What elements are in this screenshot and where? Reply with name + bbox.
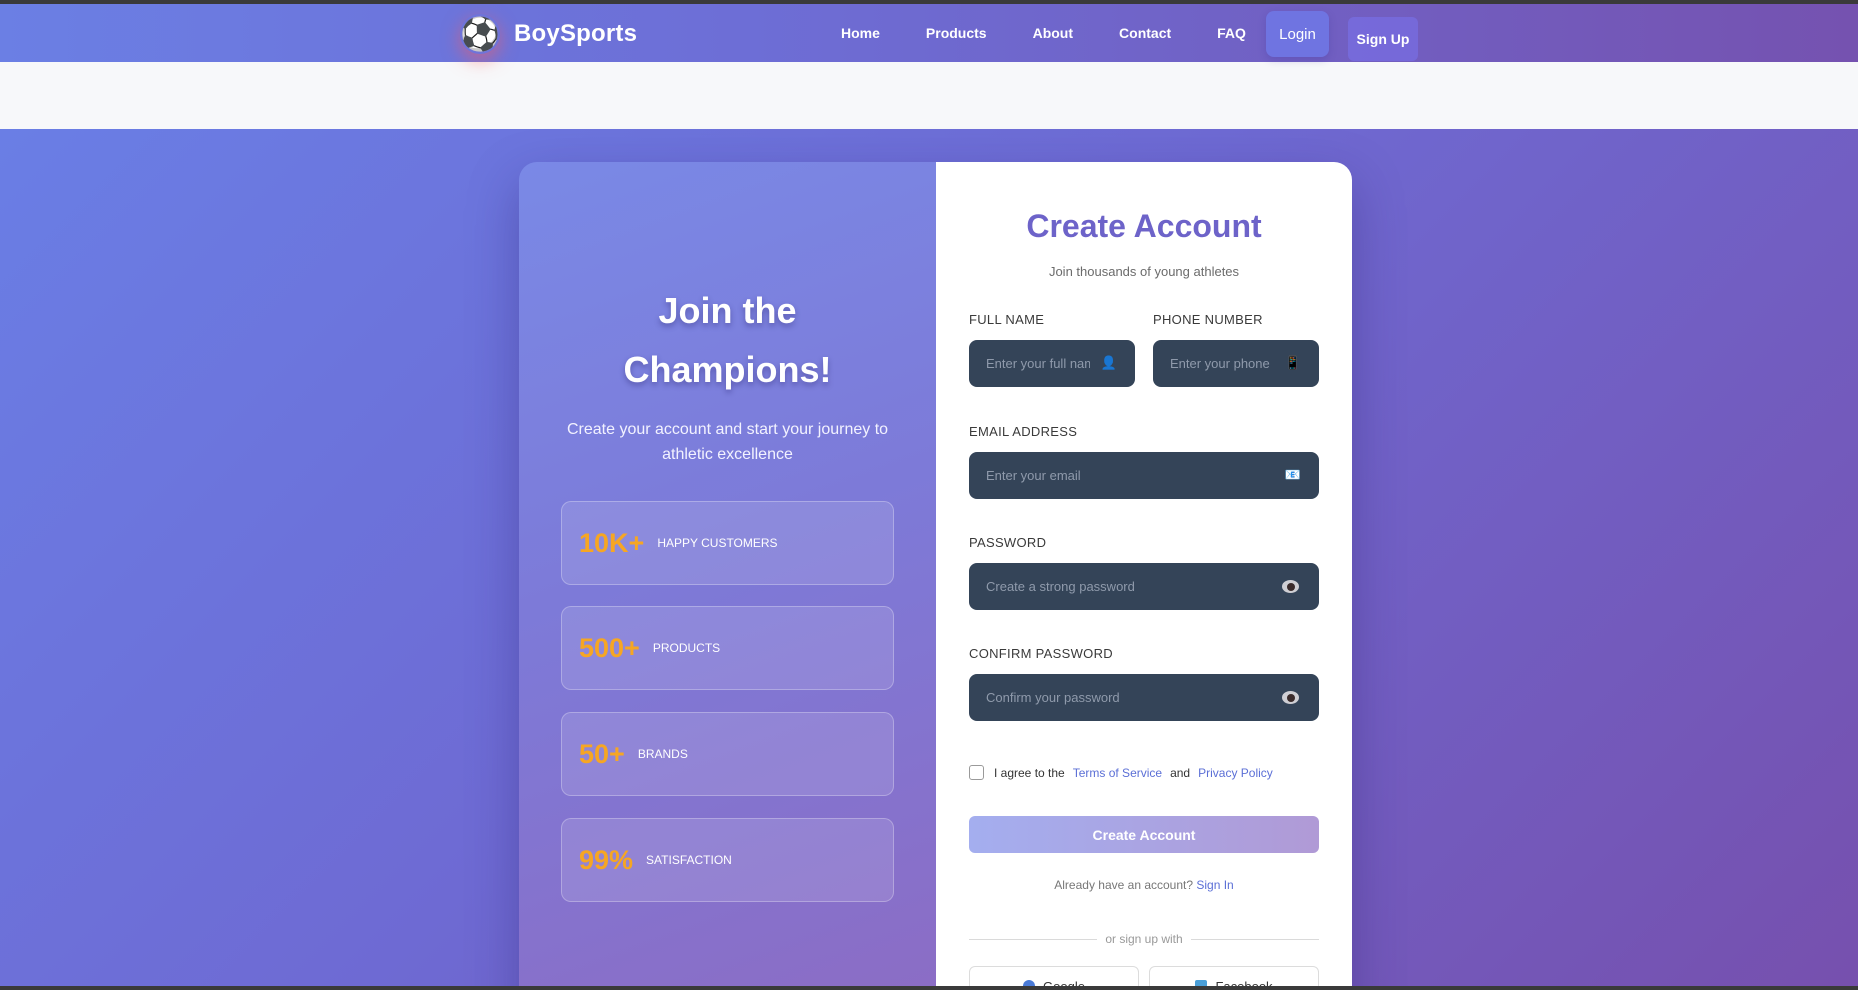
- confirm-password-input[interactable]: [986, 690, 1266, 705]
- stat-card-products: 500+ PRODUCTS: [561, 606, 894, 690]
- email-input[interactable]: [986, 468, 1266, 483]
- terms-checkbox[interactable]: [969, 765, 984, 780]
- signup-button[interactable]: Sign Up: [1348, 17, 1418, 61]
- brand-logo[interactable]: ⚽ BoySports: [460, 14, 637, 54]
- phone-input[interactable]: [1170, 356, 1274, 371]
- promo-panel: Join the Champions! Create your account …: [519, 162, 936, 990]
- form-title: Create Account: [1026, 208, 1262, 244]
- brand-name: BoySports: [514, 20, 638, 47]
- stat-label: PRODUCTS: [652, 641, 721, 655]
- phone-icon: 📱: [1284, 355, 1301, 370]
- eye-icon[interactable]: [1282, 691, 1299, 704]
- full-name-label: FULL NAME: [969, 312, 1045, 327]
- nav-links: Home Products About Contact FAQ: [841, 4, 1246, 62]
- promo-title: Join the Champions!: [519, 281, 936, 399]
- signin-prompt-text: Already have an account?: [1054, 878, 1194, 892]
- privacy-policy-link[interactable]: Privacy Policy: [1198, 766, 1273, 780]
- stat-card-brands: 50+ BRANDS: [561, 712, 894, 796]
- login-button[interactable]: Login: [1266, 11, 1329, 57]
- stat-value: 500+: [579, 632, 640, 663]
- confirm-password-label: CONFIRM PASSWORD: [969, 646, 1113, 661]
- navbar: ⚽ BoySports Home Products About Contact …: [0, 4, 1858, 62]
- create-account-button[interactable]: Create Account: [969, 816, 1319, 853]
- stat-label: HAPPY CUSTOMERS: [657, 536, 778, 550]
- eye-icon[interactable]: [1282, 580, 1299, 593]
- password-field[interactable]: [969, 563, 1319, 610]
- signin-link[interactable]: Sign In: [1196, 878, 1233, 892]
- phone-field[interactable]: 📱: [1153, 340, 1319, 387]
- email-label: EMAIL ADDRESS: [969, 424, 1078, 439]
- signin-prompt: Already have an account? Sign In: [936, 878, 1352, 892]
- stat-label: SATISFACTION: [646, 853, 732, 867]
- terms-and: and: [1170, 765, 1191, 780]
- full-name-field[interactable]: 👤: [969, 340, 1135, 387]
- soccer-ball-icon: ⚽: [460, 14, 500, 54]
- stat-value: 99%: [579, 844, 634, 875]
- signup-card: Join the Champions! Create your account …: [519, 162, 1352, 990]
- password-label: PASSWORD: [969, 535, 1047, 550]
- social-divider: or sign up with: [969, 932, 1319, 946]
- divider-line: [1191, 939, 1319, 940]
- email-field[interactable]: 📧: [969, 452, 1319, 499]
- password-input[interactable]: [986, 579, 1266, 594]
- promo-title-line2: Champions!: [623, 349, 832, 390]
- full-name-input[interactable]: [986, 356, 1090, 371]
- user-icon: 👤: [1100, 355, 1117, 370]
- nav-link-faq[interactable]: FAQ: [1217, 25, 1246, 41]
- promo-subtitle: Create your account and start your journ…: [566, 421, 889, 463]
- stat-value: 50+: [579, 738, 625, 769]
- terms-prefix: I agree to the: [994, 765, 1065, 780]
- promo-title-line1: Join the: [658, 290, 797, 331]
- envelope-icon: 📧: [1284, 467, 1301, 482]
- nav-link-home[interactable]: Home: [841, 25, 880, 41]
- terms-agreement: I agree to the Terms of Service and Priv…: [969, 765, 1281, 780]
- terms-of-service-link[interactable]: Terms of Service: [1073, 766, 1162, 780]
- nav-link-contact[interactable]: Contact: [1119, 25, 1171, 41]
- stat-value: 10K+: [579, 527, 645, 558]
- phone-label: PHONE NUMBER: [1153, 312, 1263, 327]
- nav-link-about[interactable]: About: [1033, 25, 1073, 41]
- stat-card-customers: 10K+ HAPPY CUSTOMERS: [561, 501, 894, 585]
- confirm-password-field[interactable]: [969, 674, 1319, 721]
- nav-link-products[interactable]: Products: [926, 25, 987, 41]
- signup-form: Create Account Join thousands of young a…: [936, 162, 1352, 990]
- form-subtitle: Join thousands of young athletes: [1048, 264, 1240, 279]
- window-bottom-border: [0, 986, 1858, 990]
- stat-label: BRANDS: [637, 747, 688, 761]
- stat-card-satisfaction: 99% SATISFACTION: [561, 818, 894, 902]
